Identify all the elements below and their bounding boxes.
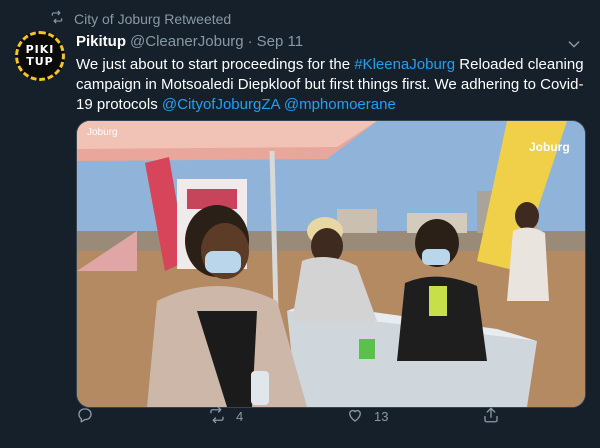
retweet-icon bbox=[50, 10, 64, 27]
tweet-text: We just about to start proceedings for t… bbox=[76, 55, 586, 115]
reply-button[interactable] bbox=[76, 406, 104, 427]
mention-link-mpho[interactable]: @mphomoerane bbox=[284, 96, 396, 113]
like-button[interactable]: 13 bbox=[346, 406, 388, 427]
retweet-context[interactable]: City of Joburg Retweeted bbox=[50, 10, 231, 27]
user-handle[interactable]: @CleanerJoburg bbox=[130, 33, 244, 50]
avatar[interactable]: PIKI TUP bbox=[15, 31, 65, 81]
mention-link-city[interactable]: @CityofJoburgZA bbox=[162, 96, 280, 113]
tweet-header: Pikitup @CleanerJoburg · Sep 11 bbox=[76, 33, 303, 50]
banner-text-right: Joburg bbox=[529, 140, 570, 154]
retweet-button[interactable]: 4 bbox=[208, 406, 243, 427]
share-button[interactable] bbox=[482, 406, 500, 427]
like-count: 13 bbox=[374, 408, 389, 424]
banner-text-left: Joburg bbox=[87, 127, 118, 138]
heart-icon bbox=[346, 406, 364, 427]
retweet-count: 4 bbox=[236, 408, 244, 424]
share-icon bbox=[482, 406, 500, 427]
photo-scene: Joburg Joburg bbox=[77, 121, 585, 407]
avatar-logo-line2: TUP bbox=[26, 55, 54, 68]
tweet-text-part1: We just about to start proceedings for t… bbox=[76, 56, 355, 73]
hashtag-link[interactable]: #KleenaJoburg bbox=[354, 56, 455, 73]
retweet-action-icon bbox=[208, 406, 226, 427]
retweet-context-text: City of Joburg Retweeted bbox=[74, 10, 232, 27]
reply-icon bbox=[76, 406, 94, 427]
tweet-photo[interactable]: Joburg Joburg bbox=[76, 120, 586, 408]
display-name[interactable]: Pikitup bbox=[76, 33, 126, 50]
tweet-date[interactable]: Sep 11 bbox=[257, 33, 303, 50]
chevron-down-icon[interactable] bbox=[566, 36, 582, 52]
separator-dot: · bbox=[247, 33, 253, 50]
